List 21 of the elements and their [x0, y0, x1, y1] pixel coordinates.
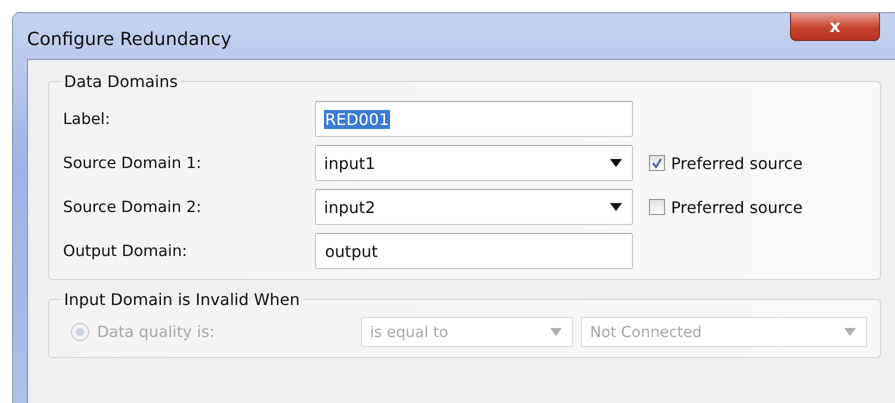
dropdown-field[interactable]: input2: [315, 189, 633, 225]
field-label: Output Domain:: [63, 242, 188, 260]
checkbox-label: Preferred source: [671, 198, 803, 216]
input-field[interactable]: RED001: [315, 101, 633, 137]
dropdown-caret-icon: [610, 159, 622, 167]
input-field[interactable]: output: [315, 233, 633, 269]
dropdown-caret-icon: [844, 328, 856, 336]
dropdown-caret-icon: [550, 328, 562, 336]
dropdown-field[interactable]: input1: [315, 145, 633, 181]
radio-label: Data quality is:: [97, 323, 216, 341]
group-title: Input Domain is Invalid When: [63, 290, 301, 309]
field-label: Label:: [63, 110, 112, 128]
group-title: Data Domains: [63, 72, 179, 91]
field-label: Source Domain 1:: [63, 154, 202, 172]
dropdown-caret-icon: [610, 203, 622, 211]
checkbox[interactable]: [649, 155, 665, 171]
close-button[interactable]: x: [790, 13, 880, 41]
checkbox-label: Preferred source: [671, 154, 803, 172]
field-label: Source Domain 2:: [63, 198, 202, 216]
checkbox[interactable]: [649, 199, 665, 215]
window-title: Configure Redundancy: [27, 29, 232, 50]
